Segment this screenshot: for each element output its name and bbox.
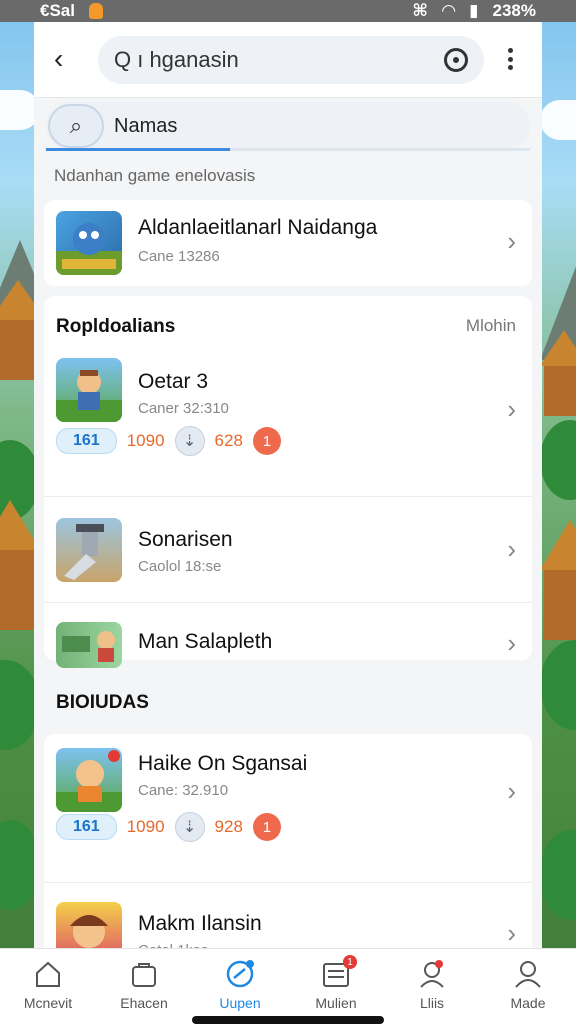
status-bar: €Sal ⌘ ◠ ▮ 238% — [0, 0, 576, 22]
list-item[interactable]: Sonarisen Caolol 18:se › — [44, 498, 532, 602]
search-icon[interactable]: ⌕ — [48, 104, 104, 148]
score-value: 1090 — [126, 431, 165, 450]
chevron-right-icon: › — [507, 394, 516, 424]
signal-icon: ⌘ — [412, 1, 429, 20]
section-card: Ropldoalians Mlohin Oetar 3 Caner 32:310… — [44, 296, 532, 668]
game-thumbnail — [56, 211, 122, 275]
list-item[interactable]: Haike On Sgansai Cane: 32.910 161 1090 ⇣… — [44, 734, 532, 860]
more-menu-icon[interactable] — [500, 44, 520, 74]
item-title: Sonarisen — [138, 528, 233, 551]
nav-label: Made — [510, 995, 546, 1011]
top-bar: ‹ Q ı hganasin — [34, 22, 542, 98]
score-value: 1090 — [126, 817, 165, 836]
hint-text: Ndanhan game enelovasis — [54, 166, 256, 185]
section-title: Ropldoalians — [56, 316, 176, 337]
search-text: Q ı hganasin — [114, 47, 239, 72]
chevron-right-icon: › — [507, 226, 516, 256]
carrier-text: €Sal — [40, 1, 75, 20]
profile-icon — [513, 959, 543, 989]
app-panel: ‹ Q ı hganasin ⌕ Namas Ndanhan game enel… — [34, 22, 542, 950]
nav-item-alerts[interactable]: Lliis — [384, 949, 480, 1024]
section-title: BIOIUDAS — [56, 692, 149, 713]
game-thumbnail — [56, 748, 122, 812]
bag-icon — [129, 959, 159, 989]
list-item[interactable]: Oetar 3 Caner 32:310 161 1090 ⇣ 628 1 › — [44, 354, 532, 474]
flame-icon — [88, 3, 103, 19]
bottom-navigation: Mcnevit Ehacen Uupen 1 Mulien Lliis Made — [0, 948, 576, 1024]
game-thumbnail — [56, 622, 122, 668]
item-title: Makm Ilansin — [138, 912, 262, 935]
divider — [44, 496, 532, 497]
chevron-right-icon: › — [507, 534, 516, 564]
featured-card[interactable]: Aldanlaeitlanarl Naidanga Cane 13286 › — [44, 200, 532, 286]
home-indicator[interactable] — [192, 1016, 384, 1024]
target-icon[interactable] — [444, 48, 468, 72]
chevron-right-icon: › — [507, 918, 516, 948]
game-thumbnail — [56, 902, 122, 950]
item-stats: 161 1090 ⇣ 928 1 — [56, 812, 281, 842]
item-title: Man Salapleth — [138, 630, 273, 653]
nav-label: Mcnevit — [23, 995, 73, 1011]
section-more-link[interactable]: Mlohin — [466, 316, 516, 336]
battery-text: 238% — [492, 1, 536, 20]
count-badge: 1 — [252, 427, 281, 455]
item-subtitle: Caolol 18:se — [138, 558, 222, 575]
featured-title: Aldanlaeitlanarl Naidanga — [138, 216, 378, 239]
search-input[interactable]: Q ı hganasin — [98, 36, 484, 84]
list-item[interactable]: Man Salapleth › — [44, 602, 532, 668]
notification-badge: 1 — [343, 955, 357, 969]
nav-label: Uupen — [219, 995, 261, 1011]
nav-item-bag[interactable]: Ehacen — [96, 949, 192, 1024]
nav-label: Lliis — [419, 995, 445, 1011]
wifi-icon: ◠ — [442, 1, 456, 20]
chevron-right-icon: › — [507, 776, 516, 806]
compass-icon — [225, 959, 255, 989]
count-badge: 1 — [252, 813, 281, 841]
bars-icon: ▮ — [469, 1, 479, 20]
filter-label: Namas — [114, 114, 178, 137]
download-icon[interactable]: ⇣ — [174, 812, 205, 842]
rating-value: 628 — [214, 431, 243, 450]
item-stats: 161 1090 ⇣ 628 1 — [56, 426, 281, 456]
item-subtitle: Caner 32:310 — [138, 400, 229, 417]
nav-item-home[interactable]: Mcnevit — [0, 949, 96, 1024]
chevron-right-icon: › — [507, 628, 516, 658]
game-thumbnail — [56, 518, 122, 582]
user-alert-icon — [417, 959, 447, 989]
progress-track — [46, 148, 530, 151]
item-title: Oetar 3 — [138, 370, 209, 393]
download-icon[interactable]: ⇣ — [174, 426, 205, 456]
nav-label: Mulien — [315, 995, 357, 1011]
featured-subtitle: Cane 13286 — [138, 248, 220, 265]
filter-search[interactable]: ⌕ Namas — [46, 102, 530, 150]
nav-item-news[interactable]: 1 Mulien — [288, 949, 384, 1024]
section-card: Haike On Sgansai Cane: 32.910 161 1090 ⇣… — [44, 734, 532, 950]
list-item[interactable]: Makm Ilansin Catol 1l:sa › — [44, 882, 532, 950]
progress-fill — [46, 148, 230, 151]
nav-label: Ehacen — [120, 995, 168, 1011]
item-subtitle: Cane: 32.910 — [138, 782, 229, 799]
item-title: Haike On Sgansai — [138, 752, 308, 775]
level-badge: 161 — [56, 428, 117, 454]
rating-value: 928 — [214, 817, 243, 836]
news-icon: 1 — [321, 955, 357, 989]
level-badge: 161 — [56, 814, 117, 840]
game-thumbnail — [56, 358, 122, 422]
back-arrow-icon[interactable]: ‹ — [54, 44, 84, 74]
home-icon — [33, 959, 63, 989]
nav-item-profile[interactable]: Made — [480, 949, 576, 1024]
nav-item-compass[interactable]: Uupen — [192, 949, 288, 1024]
